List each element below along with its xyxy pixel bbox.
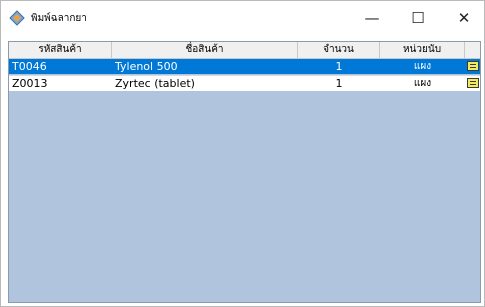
note-cell[interactable] — [467, 59, 480, 74]
column-header-note[interactable] — [465, 42, 480, 58]
label-print-window: พิมพ์ฉลากยา — ☐ ✕ รหัสสินค้า ชื่อสินค้า … — [0, 0, 485, 307]
unit-cell: แผง — [413, 78, 432, 89]
window-title: พิมพ์ฉลากยา — [31, 13, 87, 24]
unit-cell: แผง — [413, 61, 432, 72]
note-icon[interactable] — [467, 78, 479, 88]
table-row[interactable]: Z0013 Zyrtec (tablet) 1 แผง — [9, 75, 480, 91]
product-code-cell: T0046 — [12, 60, 47, 73]
maximize-button[interactable]: ☐ — [395, 1, 441, 34]
column-header-unit[interactable]: หน่วยนับ — [380, 42, 465, 58]
table-row[interactable]: T0046 Tylenol 500 1 แผง — [9, 59, 480, 74]
close-button[interactable]: ✕ — [441, 1, 485, 34]
app-diamond-icon — [9, 10, 25, 26]
column-header-product-name[interactable]: ชื่อสินค้า — [112, 42, 298, 58]
product-grid[interactable]: รหัสสินค้า ชื่อสินค้า จำนวน หน่วยนับ T00… — [8, 41, 481, 303]
note-cell[interactable] — [467, 76, 480, 91]
grid-header: รหัสสินค้า ชื่อสินค้า จำนวน หน่วยนับ — [9, 42, 480, 59]
column-header-quantity[interactable]: จำนวน — [298, 42, 380, 58]
product-name-cell: Zyrtec (tablet) — [115, 77, 195, 90]
quantity-cell[interactable]: 1 — [298, 59, 380, 74]
product-name-cell: Tylenol 500 — [115, 60, 178, 73]
minimize-button[interactable]: — — [349, 1, 395, 34]
note-icon[interactable] — [467, 61, 479, 71]
product-code-cell: Z0013 — [12, 77, 48, 90]
column-header-product-code[interactable]: รหัสสินค้า — [9, 42, 112, 58]
title-bar[interactable]: พิมพ์ฉลากยา — ☐ ✕ — [1, 1, 484, 34]
quantity-cell[interactable]: 1 — [298, 76, 380, 91]
